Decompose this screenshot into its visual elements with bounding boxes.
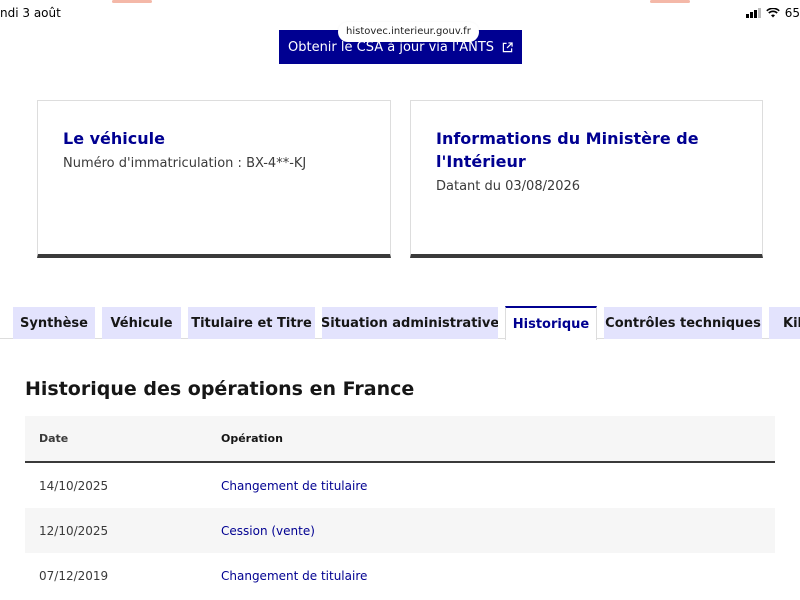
column-header-date: Date — [39, 432, 69, 445]
table-row: 14/10/2025 Changement de titulaire — [25, 463, 775, 508]
column-header-operation: Opération — [221, 432, 283, 445]
vehicle-card: Le véhicule Numéro d'immatriculation : B… — [37, 100, 391, 258]
row-date: 12/10/2025 — [39, 523, 109, 538]
tab-historique[interactable]: Historique — [505, 306, 597, 340]
tab-kilometrage[interactable]: Kilo — [769, 307, 800, 339]
history-title: Historique des opérations en France — [25, 378, 415, 400]
external-link-icon — [502, 41, 513, 52]
table-row: 12/10/2025 Cession (vente) — [25, 508, 775, 553]
cellular-signal-icon — [745, 8, 761, 18]
tab-synthese[interactable]: Synthèse — [13, 307, 95, 339]
url-bar[interactable]: histovec.interieur.gouv.fr — [338, 22, 479, 42]
ministry-card: Informations du Ministère de l'Intérieur… — [410, 100, 763, 258]
status-time: ndi 3 août — [0, 6, 61, 20]
ministry-date: Datant du 03/08/2026 — [436, 179, 581, 194]
table-header: Date Opération — [25, 416, 775, 463]
row-date: 07/12/2019 — [39, 568, 109, 583]
row-operation[interactable]: Cession (vente) — [221, 524, 775, 538]
tab-vehicule[interactable]: Véhicule — [102, 307, 181, 339]
top-accent-right — [650, 0, 690, 3]
table-row: 07/12/2019 Changement de titulaire — [25, 553, 775, 598]
row-date: 14/10/2025 — [39, 478, 109, 493]
history-table: Date Opération 14/10/2025 Changement de … — [25, 416, 775, 598]
tab-titulaire-titre[interactable]: Titulaire et Titre — [188, 307, 315, 339]
wifi-icon — [765, 8, 780, 18]
row-operation[interactable]: Changement de titulaire — [221, 569, 775, 583]
registration-number: Numéro d'immatriculation : BX-4**-KJ — [63, 156, 307, 171]
battery-level: 65 — [784, 6, 800, 20]
vehicle-card-title: Le véhicule — [63, 129, 165, 148]
status-icons: 65 — [745, 6, 800, 20]
tab-situation-administrative[interactable]: Situation administrative — [322, 307, 498, 339]
top-accent-left — [112, 0, 152, 3]
tab-controles-techniques[interactable]: Contrôles techniques — [604, 307, 762, 339]
ministry-card-title: Informations du Ministère de l'Intérieur — [436, 129, 699, 171]
row-operation[interactable]: Changement de titulaire — [221, 479, 775, 493]
tab-bar: Synthèse Véhicule Titulaire et Titre Sit… — [0, 306, 800, 340]
